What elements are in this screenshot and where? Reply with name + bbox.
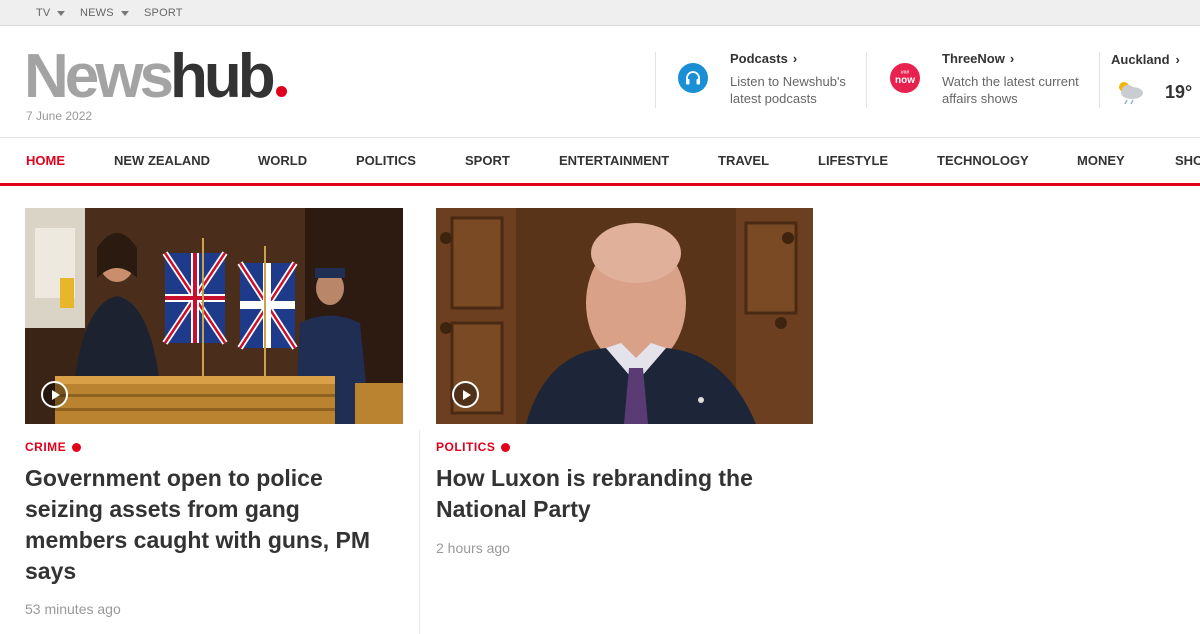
nav-home[interactable]: HOME (26, 138, 65, 184)
article-2-image[interactable] (436, 208, 813, 424)
chevron-right-icon: › (1009, 51, 1015, 66)
main-navigation: HOME NEW ZEALAND WORLD POLITICS SPORT EN… (0, 137, 1200, 186)
topbar-news[interactable]: NEWS (80, 0, 129, 26)
play-icon[interactable] (452, 381, 479, 408)
weather-temperature: 19° (1165, 82, 1193, 102)
weather-location[interactable]: Auckland › (1111, 52, 1180, 67)
topbar-tv-label: TV (36, 7, 51, 19)
threenow-description: Watch the latest current affairs shows (942, 74, 1079, 106)
column-divider (419, 430, 420, 634)
nav-entertainment[interactable]: ENTERTAINMENT (559, 138, 669, 184)
chevron-down-icon (57, 10, 66, 16)
cloud-rain-sun-icon (1114, 78, 1146, 106)
article-1-image[interactable] (25, 208, 403, 424)
live-dot-icon (501, 442, 511, 452)
nav-technology[interactable]: TECHNOLOGY (937, 138, 1029, 184)
article-1-category-label: CRIME (25, 440, 67, 454)
podcasts-title: Podcasts (730, 51, 788, 66)
header-divider (1099, 52, 1100, 108)
article-2-time: 2 hours ago (436, 540, 510, 556)
nav-world[interactable]: WORLD (258, 138, 307, 184)
threenow-link[interactable]: ThreeNow › (942, 51, 1014, 66)
live-dot-icon (72, 442, 82, 452)
podcasts-description: Listen to Newshub's latest podcasts (730, 74, 846, 106)
article-1-headline[interactable]: Government open to police seizing assets… (25, 463, 405, 587)
podcasts-link[interactable]: Podcasts › (730, 51, 797, 66)
article-1-category[interactable]: CRIME (25, 440, 82, 454)
weather-city-label: Auckland (1111, 52, 1170, 67)
headphones-icon[interactable] (678, 63, 708, 93)
article-2-category[interactable]: POLITICS (436, 440, 511, 454)
topbar-tv[interactable]: TV (36, 0, 66, 26)
chevron-right-icon: › (792, 51, 798, 66)
nav-politics[interactable]: POLITICS (356, 138, 416, 184)
logo-news-text: News (24, 42, 174, 111)
press-conference-photo (25, 208, 403, 424)
topbar-sport-label: SPORT (144, 7, 183, 19)
newshub-logo[interactable]: Newshub (24, 42, 287, 112)
header-divider (866, 52, 867, 108)
article-2-headline[interactable]: How Luxon is rebranding the National Par… (436, 463, 816, 525)
logo-hub-text: hub (169, 42, 276, 111)
topbar-sport[interactable]: SPORT (144, 0, 183, 26)
nav-travel[interactable]: TRAVEL (718, 138, 769, 184)
nav-sport[interactable]: SPORT (465, 138, 510, 184)
nav-lifestyle[interactable]: LIFESTYLE (818, 138, 888, 184)
chevron-down-icon (120, 10, 129, 16)
chevron-right-icon: › (1175, 52, 1180, 67)
article-1-time: 53 minutes ago (25, 601, 121, 617)
header-divider (655, 52, 656, 108)
header-date: 7 June 2022 (26, 109, 93, 123)
threenow-icon-text: now (895, 74, 915, 86)
politician-portrait-photo (436, 208, 813, 424)
utility-bar: TV NEWS SPORT (0, 0, 1200, 26)
play-icon[interactable] (41, 381, 68, 408)
article-2-category-label: POLITICS (436, 440, 496, 454)
topbar-news-label: NEWS (80, 7, 114, 19)
threenow-title: ThreeNow (942, 51, 1005, 66)
threenow-icon[interactable]: ### now (890, 63, 920, 93)
logo-dot (275, 86, 287, 97)
nav-new-zealand[interactable]: NEW ZEALAND (114, 138, 210, 184)
nav-shop[interactable]: SHOP (1175, 138, 1200, 184)
nav-money[interactable]: MONEY (1077, 138, 1125, 184)
